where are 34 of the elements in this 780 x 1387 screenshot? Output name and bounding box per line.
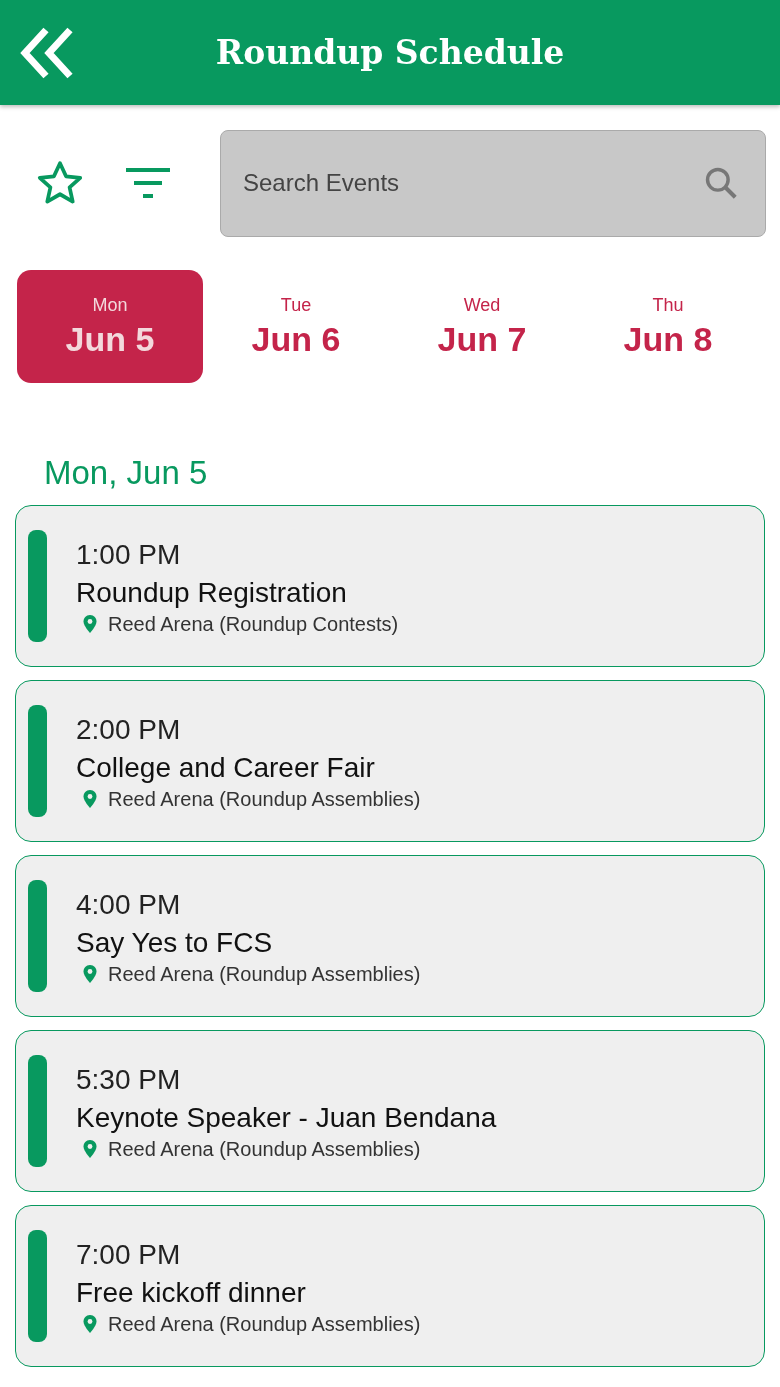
filter-button[interactable] xyxy=(124,166,172,200)
event-location: Reed Arena (Roundup Assemblies) xyxy=(108,1137,421,1161)
event-card[interactable]: 2:00 PM College and Career Fair Reed Arena (Roundup Assemblies) xyxy=(15,680,765,842)
event-title: College and Career Fair xyxy=(76,750,376,785)
event-location: Reed Arena (Roundup Assemblies) xyxy=(108,962,421,986)
event-location: Reed Arena (Roundup Contests) xyxy=(108,612,399,636)
search-field[interactable]: Search Events xyxy=(220,129,766,237)
location-pin-icon xyxy=(82,614,98,634)
event-title: Free kickoff dinner xyxy=(76,1275,307,1310)
event-title: Roundup Registration xyxy=(76,575,348,610)
day-tab[interactable]: Tue Jun 6 xyxy=(203,270,389,383)
day-tab[interactable]: Wed Jun 7 xyxy=(389,270,575,383)
location-pin-icon xyxy=(82,789,98,809)
event-card[interactable]: 4:00 PM Say Yes to FCS Reed Arena (Roundup Assemblies) xyxy=(15,855,765,1017)
event-card[interactable]: 5:30 PM Keynote Speaker - Juan Bendana Reed Arena (Roundup Assemblies) xyxy=(15,1030,765,1192)
event-card[interactable]: 7:00 PM Free kickoff dinner Reed Arena (Roundup Assemblies) xyxy=(15,1205,765,1367)
event-time: 7:00 PM xyxy=(76,1237,182,1272)
day-tab[interactable]: Mon Jun 5 xyxy=(17,270,203,383)
event-title: Say Yes to FCS xyxy=(76,925,274,960)
screen-title: Roundup Schedule xyxy=(214,33,566,72)
filter-icon xyxy=(124,166,172,200)
event-title: Keynote Speaker - Juan Bendana xyxy=(76,1100,497,1135)
event-location: Reed Arena (Roundup Assemblies) xyxy=(108,787,421,811)
event-card[interactable]: 1:00 PM Roundup Registration Reed Arena (Roundup Contests) xyxy=(15,505,765,667)
location-pin-icon xyxy=(82,964,98,984)
event-time: 1:00 PM xyxy=(76,537,182,572)
event-time: 2:00 PM xyxy=(76,712,182,747)
event-location: Reed Arena (Roundup Assemblies) xyxy=(108,1312,421,1336)
event-time: 5:30 PM xyxy=(76,1062,182,1097)
day-tab[interactable]: Thu Jun 8 xyxy=(575,270,761,383)
event-time: 4:00 PM xyxy=(76,887,182,922)
location-pin-icon xyxy=(82,1139,98,1159)
section-heading: Mon, Jun 5 xyxy=(44,453,209,493)
location-pin-icon xyxy=(82,1314,98,1334)
